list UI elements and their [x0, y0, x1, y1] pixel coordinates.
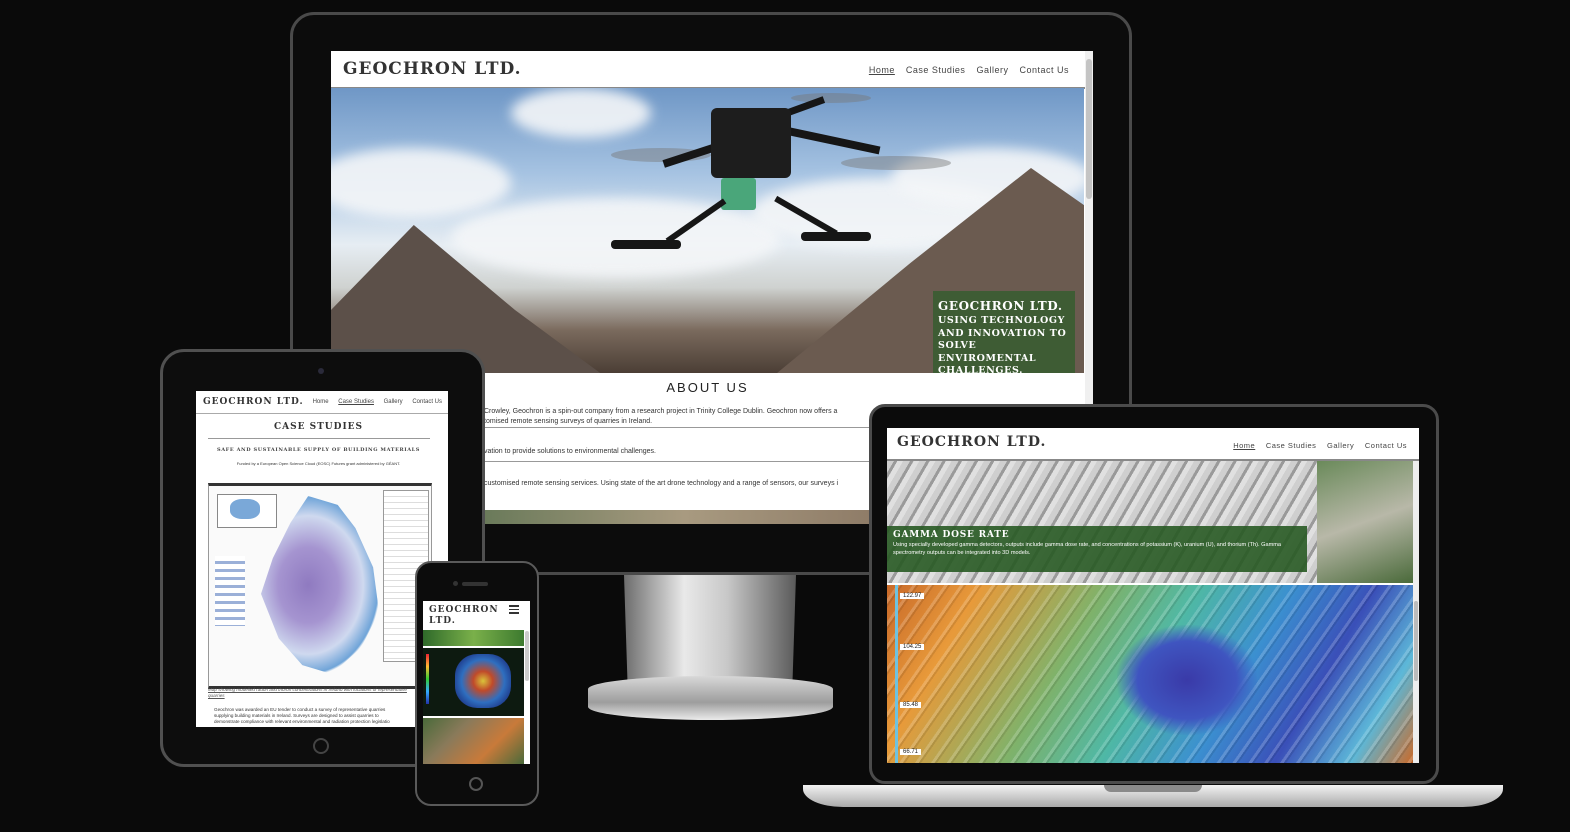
desktop-nav: Home Case Studies Gallery Contact Us: [861, 65, 1069, 75]
drone-leg: [665, 198, 727, 244]
phone-screen: GEOCHRON LTD.: [423, 601, 530, 764]
nav-home-link[interactable]: Home: [313, 399, 329, 405]
elevation-blob: [455, 654, 511, 708]
phone-gallery-image-2[interactable]: [423, 648, 524, 716]
laptop-notch: [1104, 785, 1202, 792]
phone-camera: [453, 581, 458, 586]
nav-gallery-link[interactable]: Gallery: [384, 399, 403, 405]
laptop-logo[interactable]: GEOCHRON LTD.: [897, 434, 1046, 450]
aerial-photo-strip: [1317, 461, 1413, 583]
elevation-label-3: 85.48: [900, 702, 922, 708]
map-inset: [217, 494, 277, 528]
phone-scrollbar[interactable]: [525, 631, 529, 681]
drone-body: [711, 108, 791, 178]
tablet-body-text: Geochron was awarded an EU tender to con…: [214, 707, 439, 725]
laptop-header: GEOCHRON LTD. Home Case Studies Gallery …: [887, 428, 1419, 461]
drone-sensor: [721, 178, 756, 210]
phone-logo-line-2: LTD.: [429, 616, 456, 626]
elevation-label-1: 122.97: [900, 593, 925, 599]
tablet-logo[interactable]: GEOCHRON LTD.: [203, 397, 304, 407]
phone-logo-line-1: GEOCHRON: [429, 605, 499, 615]
tablet-funding-note: Funded by a European Open Science Cloud …: [236, 461, 401, 466]
color-scale: [426, 654, 429, 704]
desktop-logo[interactable]: GEOCHRON LTD.: [343, 59, 522, 79]
nav-contact-link[interactable]: Contact Us: [1019, 65, 1069, 75]
hero-caption-box: GEOCHRON LTD. USING TECHNOLOGY AND INNOV…: [933, 291, 1075, 373]
laptop-scrollbar-thumb[interactable]: [1414, 601, 1418, 681]
nav-case-studies-link[interactable]: Case Studies: [338, 399, 374, 405]
drone-illustration: [591, 88, 951, 258]
nav-contact-link[interactable]: Contact Us: [1365, 441, 1407, 450]
ireland-map-shape: [261, 496, 379, 674]
pit-depression: [1117, 625, 1257, 735]
nav-case-studies-link[interactable]: Case Studies: [906, 65, 966, 75]
laptop-screen: GEOCHRON LTD. Home Case Studies Gallery …: [887, 428, 1419, 763]
hamburger-icon[interactable]: [509, 605, 519, 614]
elevation-label-4: 66.71: [900, 749, 922, 755]
tablet-home-button[interactable]: [313, 738, 329, 754]
desktop-header: GEOCHRON LTD. Home Case Studies Gallery …: [331, 51, 1093, 89]
drone-leg: [774, 195, 838, 237]
nav-home-link[interactable]: Home: [869, 65, 895, 75]
phone-home-button[interactable]: [469, 777, 483, 791]
map-legend: [215, 556, 245, 626]
map-inset-shape: [230, 499, 260, 519]
cloud-shape: [331, 148, 511, 218]
phone-gallery-image-3[interactable]: [423, 718, 524, 764]
elevation-label-2: 104.25: [900, 644, 925, 650]
gamma-card-title: GAMMA DOSE RATE: [893, 530, 1010, 540]
tablet-camera: [318, 368, 324, 374]
tablet-page-title: CASE STUDIES: [273, 422, 364, 432]
tablet-study-title: SAFE AND SUSTAINABLE SUPPLY OF BUILDING …: [216, 447, 421, 453]
gamma-card: GAMMA DOSE RATE Using specially develope…: [887, 526, 1307, 572]
tablet-screen: GEOCHRON LTD. Home Case Studies Gallery …: [196, 391, 448, 727]
desktop-monitor-stand: [624, 575, 796, 680]
desktop-hero-image: GEOCHRON LTD. USING TECHNOLOGY AND INNOV…: [331, 88, 1084, 373]
phone-speaker: [462, 582, 488, 586]
nav-gallery-link[interactable]: Gallery: [1327, 441, 1354, 450]
gamma-card-body: Using specially developed gamma detector…: [893, 542, 1282, 556]
phone-gallery-image-1[interactable]: [423, 630, 524, 646]
drone-skid: [611, 240, 681, 249]
propeller: [841, 156, 951, 170]
drone-skid: [801, 232, 871, 241]
radon-map-image[interactable]: [208, 483, 432, 689]
nav-contact-link[interactable]: Contact Us: [412, 399, 442, 405]
laptop-elevation-image: 122.97 104.25 85.48 66.71: [887, 585, 1413, 763]
tablet-body-line-3: demonstrate compliance with relevant env…: [214, 719, 390, 724]
desktop-monitor-base: [588, 676, 833, 720]
tablet-map-caption: Map showing modelled radon and thoron co…: [208, 687, 407, 698]
nav-gallery-link[interactable]: Gallery: [976, 65, 1008, 75]
propeller: [791, 93, 871, 103]
laptop-scrollbar[interactable]: [1413, 461, 1419, 763]
nav-home-link[interactable]: Home: [1233, 441, 1255, 450]
divider: [208, 438, 430, 439]
hero-caption-title: GEOCHRON LTD.: [938, 299, 1063, 313]
tablet-nav: Home Case Studies Gallery Contact Us: [305, 399, 442, 405]
phone-header: GEOCHRON LTD.: [423, 601, 530, 629]
phone-logo[interactable]: GEOCHRON LTD.: [429, 605, 499, 627]
laptop-nav: Home Case Studies Gallery Contact Us: [1225, 441, 1407, 450]
elevation-scale-line: [895, 585, 898, 763]
tablet-header: GEOCHRON LTD. Home Case Studies Gallery …: [196, 391, 448, 414]
nav-case-studies-link[interactable]: Case Studies: [1266, 441, 1317, 450]
desktop-scrollbar-thumb[interactable]: [1086, 59, 1092, 199]
hero-caption-tagline: USING TECHNOLOGY AND INNOVATION TO SOLVE…: [938, 315, 1067, 373]
